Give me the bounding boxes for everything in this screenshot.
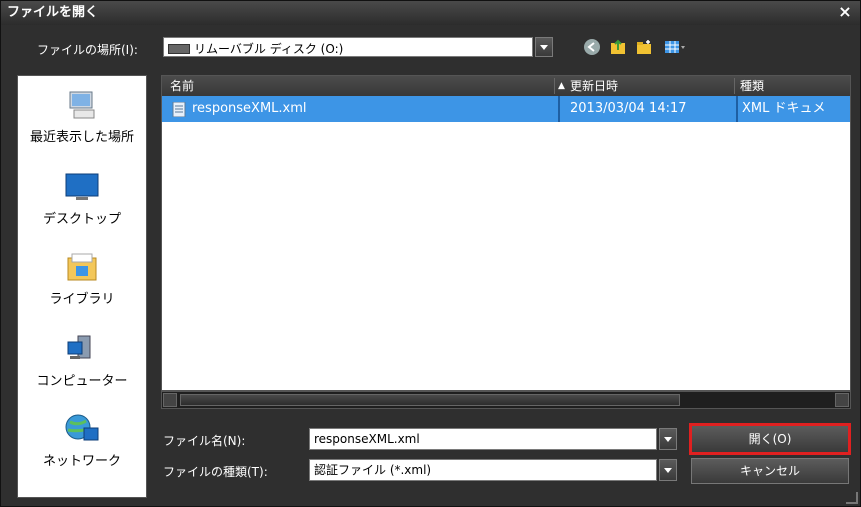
file-name-input[interactable]: responseXML.xml bbox=[309, 428, 657, 450]
look-in-dropdown-button[interactable] bbox=[535, 37, 553, 57]
libraries-icon bbox=[62, 250, 102, 284]
desktop-icon bbox=[62, 170, 102, 204]
network-icon bbox=[62, 412, 102, 446]
window-title: ファイルを開く bbox=[7, 5, 99, 20]
sort-arrow-icon: ▲ bbox=[558, 81, 565, 91]
file-list[interactable]: 名前 ▲ 更新日時 種類 responseXML.xml 2013/03/04 … bbox=[161, 75, 851, 391]
cancel-button[interactable]: キャンセル bbox=[691, 458, 849, 484]
recent-places-icon bbox=[62, 88, 102, 122]
sidebar-item-computer[interactable]: コンピューター bbox=[18, 332, 146, 389]
column-separator[interactable] bbox=[554, 78, 555, 94]
look-in-value: リムーバブル ディスク (O:) bbox=[194, 42, 344, 56]
file-type-label: ファイルの種類(T): bbox=[163, 465, 268, 479]
computer-icon bbox=[62, 332, 102, 366]
sidebar-item-label: デスクトップ bbox=[42, 212, 121, 227]
close-icon[interactable]: × bbox=[836, 1, 854, 25]
title-bar[interactable]: ファイルを開く × bbox=[1, 1, 860, 25]
scroll-thumb[interactable] bbox=[180, 394, 680, 406]
sidebar-item-recent-places[interactable]: 最近表示した場所 bbox=[18, 88, 146, 145]
file-list-header: 名前 ▲ 更新日時 種類 bbox=[162, 76, 850, 96]
open-file-dialog: ファイルを開く × ファイルの場所(I): リムーバブル ディスク (O:) 最… bbox=[0, 0, 861, 507]
file-name-label: ファイル名(N): bbox=[163, 434, 246, 448]
file-date: 2013/03/04 14:17 bbox=[570, 101, 687, 116]
column-separator[interactable] bbox=[734, 78, 735, 94]
sidebar-item-label: ライブラリ bbox=[49, 292, 115, 307]
look-in-dropdown[interactable]: リムーバブル ディスク (O:) bbox=[163, 37, 533, 57]
open-button[interactable]: 開く(O) bbox=[689, 423, 851, 455]
column-header-name[interactable]: 名前 bbox=[170, 76, 194, 96]
back-icon[interactable] bbox=[583, 38, 603, 58]
resize-grip-icon[interactable] bbox=[846, 492, 858, 504]
look-in-label: ファイルの場所(I): bbox=[37, 43, 138, 57]
view-menu-icon[interactable] bbox=[663, 38, 685, 58]
places-sidebar: 最近表示した場所 デスクトップ ライブラリ コンピューター ネットワーク bbox=[17, 75, 147, 498]
drive-icon bbox=[168, 44, 190, 54]
file-name: responseXML.xml bbox=[192, 101, 307, 116]
file-type-dropdown[interactable]: 認証ファイル (*.xml) bbox=[309, 459, 657, 481]
column-header-date[interactable]: 更新日時 bbox=[570, 76, 618, 96]
sidebar-item-label: コンピューター bbox=[36, 374, 128, 389]
cell-divider bbox=[558, 96, 560, 122]
new-folder-icon[interactable] bbox=[635, 38, 655, 58]
column-header-type[interactable]: 種類 bbox=[740, 76, 764, 96]
xml-file-icon bbox=[172, 101, 186, 118]
up-folder-icon[interactable] bbox=[609, 38, 629, 58]
scroll-right-icon[interactable] bbox=[835, 393, 849, 407]
file-row[interactable]: responseXML.xml 2013/03/04 14:17 XML ドキュ… bbox=[162, 96, 850, 122]
file-type-dropdown-button[interactable] bbox=[659, 459, 677, 481]
sidebar-item-label: ネットワーク bbox=[42, 454, 121, 469]
cell-divider bbox=[736, 96, 738, 122]
file-name-dropdown-button[interactable] bbox=[659, 428, 677, 450]
sidebar-item-desktop[interactable]: デスクトップ bbox=[18, 170, 146, 227]
horizontal-scrollbar[interactable] bbox=[161, 391, 851, 409]
sidebar-item-network[interactable]: ネットワーク bbox=[18, 412, 146, 469]
file-type: XML ドキュメ bbox=[742, 101, 826, 116]
scroll-left-icon[interactable] bbox=[163, 393, 177, 407]
sidebar-item-label: 最近表示した場所 bbox=[29, 130, 134, 145]
sidebar-item-libraries[interactable]: ライブラリ bbox=[18, 250, 146, 307]
